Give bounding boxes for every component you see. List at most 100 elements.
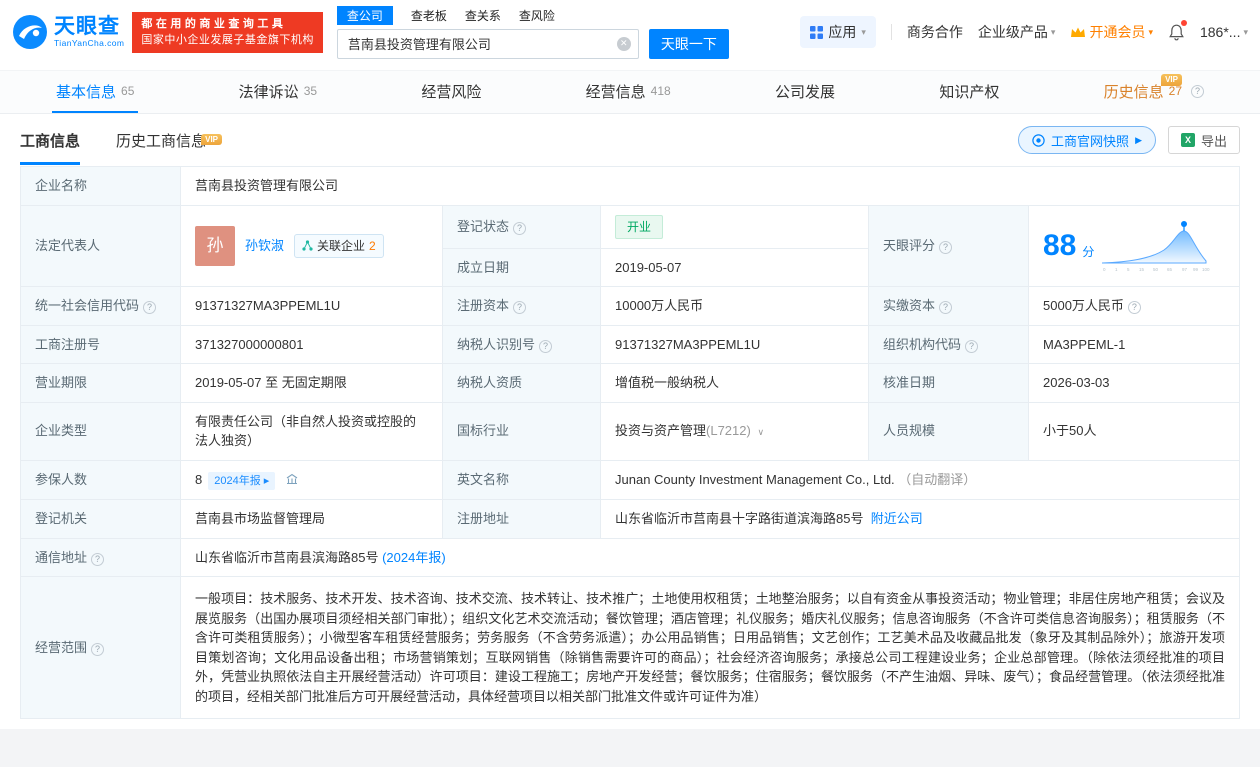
company-type-value: 有限责任公司（非自然人投资或控股的法人独资） (180, 401, 443, 461)
english-name-label: 英文名称 (442, 459, 601, 500)
chevron-down-icon[interactable]: ∨ (757, 427, 764, 437)
nav-business-cooperation[interactable]: 商务合作 (907, 22, 963, 42)
svg-text:0: 0 (1103, 267, 1106, 272)
tab-count: 418 (650, 84, 671, 98)
official-snapshot-button[interactable]: 工商官网快照 ▶ (1018, 126, 1156, 154)
chevron-down-icon: ▾ (1050, 26, 1056, 37)
page-bottom-strip (0, 729, 1260, 767)
reg-no-label: 工商注册号 (20, 324, 181, 364)
slogan-line2: 国家中小企业发展子基金旗下机构 (141, 34, 314, 46)
help-icon[interactable]: ? (513, 222, 527, 235)
excel-icon: X (1180, 133, 1195, 147)
business-info-table: 企业名称 莒南县投资管理有限公司 法定代表人 孙 孙钦淑 关联企业 2 登记状态… (20, 166, 1240, 719)
building-icon[interactable] (285, 472, 299, 486)
svg-text:15: 15 (1139, 267, 1145, 272)
taxpayer-id-label: 纳税人识别号? (442, 324, 601, 364)
related-companies-count: 2 (369, 238, 376, 253)
authority-value: 莒南县市场监督管理局 (180, 499, 443, 539)
tab-history-info[interactable]: VIP 历史信息 27 ? (1100, 71, 1208, 113)
brand-name: 天眼查 (54, 14, 120, 38)
business-cooperation-label: 商务合作 (906, 24, 963, 40)
logo-eye-icon (13, 15, 47, 49)
subtab-row: 工商信息 历史工商信息 VIP 工商官网快照 ▶ X 导出 (20, 114, 1240, 166)
subtab-history-business-info[interactable]: 历史工商信息 (116, 118, 206, 164)
paid-capital-label: 实缴资本? (868, 286, 1029, 326)
mail-address-value: 山东省临沂市莒南县滨海路85号 (2024年报) (180, 537, 1240, 577)
help-icon[interactable]: ? (91, 552, 105, 566)
legal-rep-name-link[interactable]: 孙钦淑 (245, 236, 284, 256)
help-icon[interactable]: ? (965, 339, 979, 353)
subtab-business-info[interactable]: 工商信息 (20, 115, 81, 165)
approve-date-value: 2026-03-03 (1028, 363, 1240, 403)
export-button[interactable]: X 导出 (1167, 126, 1240, 154)
table-actions: 工商官网快照 ▶ X 导出 (1018, 126, 1240, 154)
search-tab-company[interactable]: 查公司 (336, 5, 393, 25)
search-tab-relation[interactable]: 查关系 (465, 6, 501, 25)
reg-status-value: 开业 (600, 204, 869, 249)
score-unit: 分 (1082, 244, 1095, 259)
tab-company-development[interactable]: 公司发展 (771, 71, 839, 113)
svg-text:99: 99 (1193, 267, 1199, 272)
tab-legal-litigation[interactable]: 法律诉讼 35 (235, 71, 321, 113)
help-icon[interactable]: ? (539, 339, 553, 353)
help-icon[interactable]: ? (91, 643, 105, 656)
svg-text:1: 1 (1115, 267, 1118, 272)
tab-label: 基本信息 (56, 83, 117, 101)
nav-join-vip[interactable]: 开通会员 ▾ (1070, 22, 1153, 42)
business-scope-value: 一般项目：技术服务、技术开发、技术咨询、技术交流、技术转让、技术推广；土地使用权… (180, 576, 1240, 719)
tab-intellectual-property[interactable]: 知识产权 (935, 71, 1003, 113)
svg-text:97: 97 (1182, 267, 1188, 272)
tab-count: 35 (303, 84, 318, 98)
tab-label: 法律诉讼 (238, 83, 299, 101)
legal-rep-avatar[interactable]: 孙 (195, 225, 235, 266)
annual-report-badge[interactable]: 2024年报 ▸ (208, 471, 276, 490)
enterprise-product-label: 企业级产品 (977, 24, 1048, 40)
taxpayer-id-value: 91371327MA3PPEML1U (600, 324, 869, 364)
help-icon[interactable]: ? (1191, 84, 1204, 98)
org-code-value: MA3PPEML-1 (1028, 324, 1240, 364)
tab-basic-info[interactable]: 基本信息 65 (52, 71, 139, 113)
notification-bell-icon[interactable] (1168, 20, 1187, 41)
clear-icon[interactable]: ✕ (616, 36, 631, 51)
logo-text: 天眼查 TianYanCha.com (54, 14, 124, 48)
relation-graph-icon (302, 240, 313, 251)
nearby-companies-link[interactable]: 附近公司 (871, 511, 923, 526)
tianyancha-logo[interactable]: 天眼查 TianYanCha.com (12, 14, 124, 50)
divider (890, 24, 892, 40)
help-icon[interactable]: ? (939, 241, 953, 255)
tab-label: 历史信息 (1103, 83, 1164, 101)
user-phone[interactable]: 186*... ▾ (1200, 24, 1248, 40)
related-companies-badge[interactable]: 关联企业 2 (294, 233, 384, 258)
tab-operation-info[interactable]: 经营信息 418 (582, 71, 675, 113)
search-input[interactable] (336, 28, 639, 59)
tab-operation-risk[interactable]: 经营风险 (417, 71, 485, 113)
apps-menu[interactable]: 应用 ▾ (800, 16, 876, 48)
chevron-down-icon: ▾ (861, 26, 866, 37)
annual-report-link[interactable]: (2024年报) (382, 550, 446, 565)
search-tab-boss[interactable]: 查老板 (411, 6, 447, 25)
help-icon[interactable]: ? (939, 301, 953, 315)
business-scope-label: 经营范围? (20, 576, 181, 719)
subtab-history-business-info-wrap: 历史工商信息 VIP (116, 130, 223, 151)
nav-enterprise-product[interactable]: 企业级产品 ▾ (978, 22, 1056, 42)
authority-label: 登记机关 (20, 499, 181, 539)
search-tab-risk[interactable]: 查风险 (519, 6, 555, 25)
table-row: 法定代表人 孙 孙钦淑 关联企业 2 登记状态 ? 开业 天眼评分 ? 88 分… (20, 204, 1240, 287)
search-block: 查公司 查老板 查关系 查风险 ✕ 天眼一下 (336, 5, 729, 59)
table-row: 登记机关 莒南县市场监督管理局 注册地址 山东省临沂市莒南县十字路街道滨海路85… (20, 499, 1240, 539)
tab-label: 经营风险 (421, 83, 482, 101)
score-chart: 0 1 5 15 50 65 97 99 100 (1102, 220, 1210, 272)
help-icon[interactable]: ? (143, 301, 157, 315)
help-icon[interactable]: ? (1127, 301, 1141, 315)
search-button[interactable]: 天眼一下 (648, 28, 729, 59)
est-date-label: 成立日期 (442, 247, 601, 287)
term-label: 营业期限 (20, 363, 181, 403)
main-content: 工商信息 历史工商信息 VIP 工商官网快照 ▶ X 导出 企业名称 莒南县投资… (0, 114, 1260, 719)
table-row: 经营范围? 一般项目：技术服务、技术开发、技术咨询、技术交流、技术转让、技术推广… (20, 576, 1240, 719)
chevron-down-icon: ▾ (1148, 26, 1153, 37)
tab-count: 65 (121, 84, 135, 98)
help-icon[interactable]: ? (513, 301, 527, 315)
grid-icon (810, 25, 824, 39)
tab-label: 知识产权 (939, 83, 1000, 101)
staff-size-value: 小于50人 (1028, 401, 1240, 461)
